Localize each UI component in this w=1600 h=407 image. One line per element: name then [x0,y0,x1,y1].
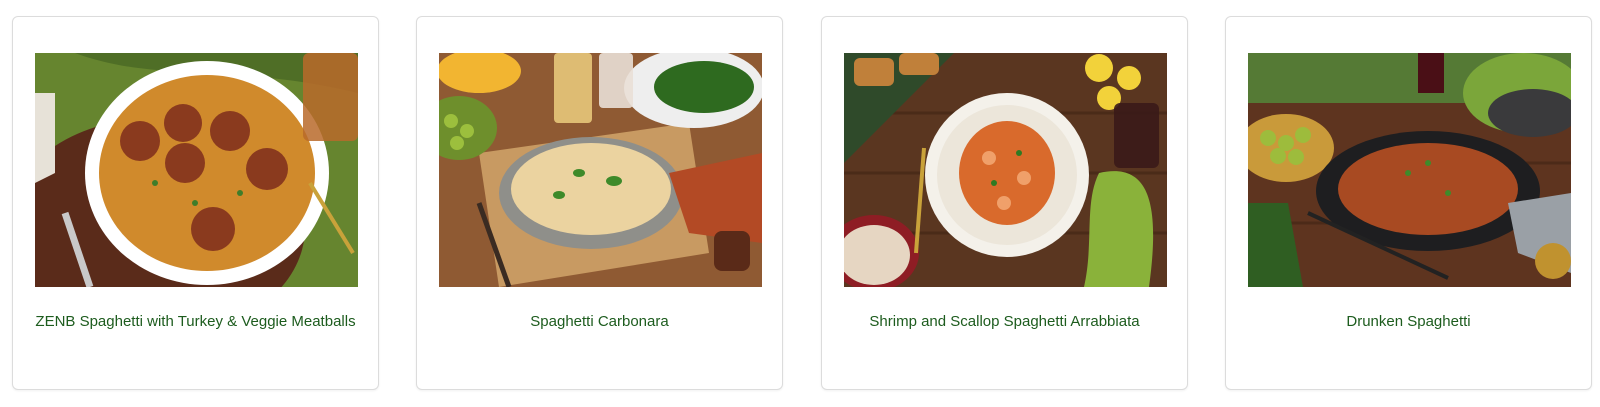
spaghetti-carbonara-photo-icon[interactable] [439,53,762,287]
recipe-card[interactable]: Spaghetti Carbonara [416,16,783,390]
recipe-title[interactable]: Drunken Spaghetti [1234,313,1583,331]
recipe-card-grid: ZENB Spaghetti with Turkey & Veggie Meat… [0,0,1600,407]
recipe-card[interactable]: Shrimp and Scallop Spaghetti Arrabbiata [821,16,1188,390]
drunken-spaghetti-photo-icon[interactable] [1248,53,1571,287]
recipe-title[interactable]: Shrimp and Scallop Spaghetti Arrabbiata [830,313,1179,331]
recipe-card[interactable]: ZENB Spaghetti with Turkey & Veggie Meat… [12,16,379,390]
spaghetti-meatballs-photo-icon[interactable] [35,53,358,287]
recipe-title[interactable]: Spaghetti Carbonara [425,313,774,331]
recipe-card[interactable]: Drunken Spaghetti [1225,16,1592,390]
recipe-title[interactable]: ZENB Spaghetti with Turkey & Veggie Meat… [21,313,370,331]
shrimp-scallop-arrabbiata-photo-icon[interactable] [844,53,1167,287]
